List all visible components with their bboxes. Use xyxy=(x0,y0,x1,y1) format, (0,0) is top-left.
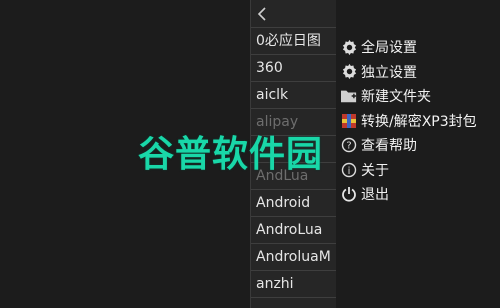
left-pane xyxy=(0,0,250,308)
list-item[interactable]: alipay xyxy=(251,109,337,136)
options-menu: 全局设置 独立设置 新建文件夹 转换/解密XP3封包 ? 查看帮助 i 关于 退 xyxy=(340,35,477,207)
list-item[interactable]: aiclk xyxy=(251,82,337,109)
info-icon: i xyxy=(340,161,358,179)
list-item[interactable]: AndroluaM xyxy=(251,244,337,271)
menu-item-local-settings[interactable]: 独立设置 xyxy=(340,60,477,85)
back-button[interactable] xyxy=(251,0,337,28)
gear-icon xyxy=(340,63,358,81)
menu-item-label: 独立设置 xyxy=(361,64,417,81)
menu-item-label: 关于 xyxy=(361,162,389,179)
list-item[interactable]: AndroLua xyxy=(251,217,337,244)
gear-icon xyxy=(340,38,358,56)
power-icon xyxy=(340,185,358,203)
menu-item-new-folder[interactable]: 新建文件夹 xyxy=(340,84,477,109)
list-item[interactable]: Android xyxy=(251,190,337,217)
menu-item-label: 全局设置 xyxy=(361,40,417,57)
menu-item-label: 查看帮助 xyxy=(361,138,417,155)
menu-item-about[interactable]: i 关于 xyxy=(340,158,477,183)
menu-item-global-settings[interactable]: 全局设置 xyxy=(340,35,477,60)
file-list-pane: 0必应日图 360 aiclk alipay AndLua Android An… xyxy=(250,0,337,308)
package-icon xyxy=(340,112,358,130)
svg-text:?: ? xyxy=(346,141,351,152)
new-folder-icon xyxy=(340,87,358,105)
list-item[interactable]: AndLua xyxy=(251,163,337,190)
chevron-left-icon xyxy=(257,6,267,22)
svg-text:i: i xyxy=(348,166,351,177)
menu-item-label: 退出 xyxy=(361,187,389,204)
menu-item-label: 转换/解密XP3封包 xyxy=(361,113,477,130)
list-item[interactable]: 0必应日图 xyxy=(251,28,337,55)
menu-item-label: 新建文件夹 xyxy=(361,89,431,106)
help-icon: ? xyxy=(340,136,358,154)
menu-item-exit[interactable]: 退出 xyxy=(340,182,477,207)
list-item[interactable]: 360 xyxy=(251,55,337,82)
list-item[interactable] xyxy=(251,136,337,163)
list-item[interactable]: anzhi xyxy=(251,271,337,298)
menu-item-convert-xp3[interactable]: 转换/解密XP3封包 xyxy=(340,109,477,134)
menu-item-help[interactable]: ? 查看帮助 xyxy=(340,133,477,158)
